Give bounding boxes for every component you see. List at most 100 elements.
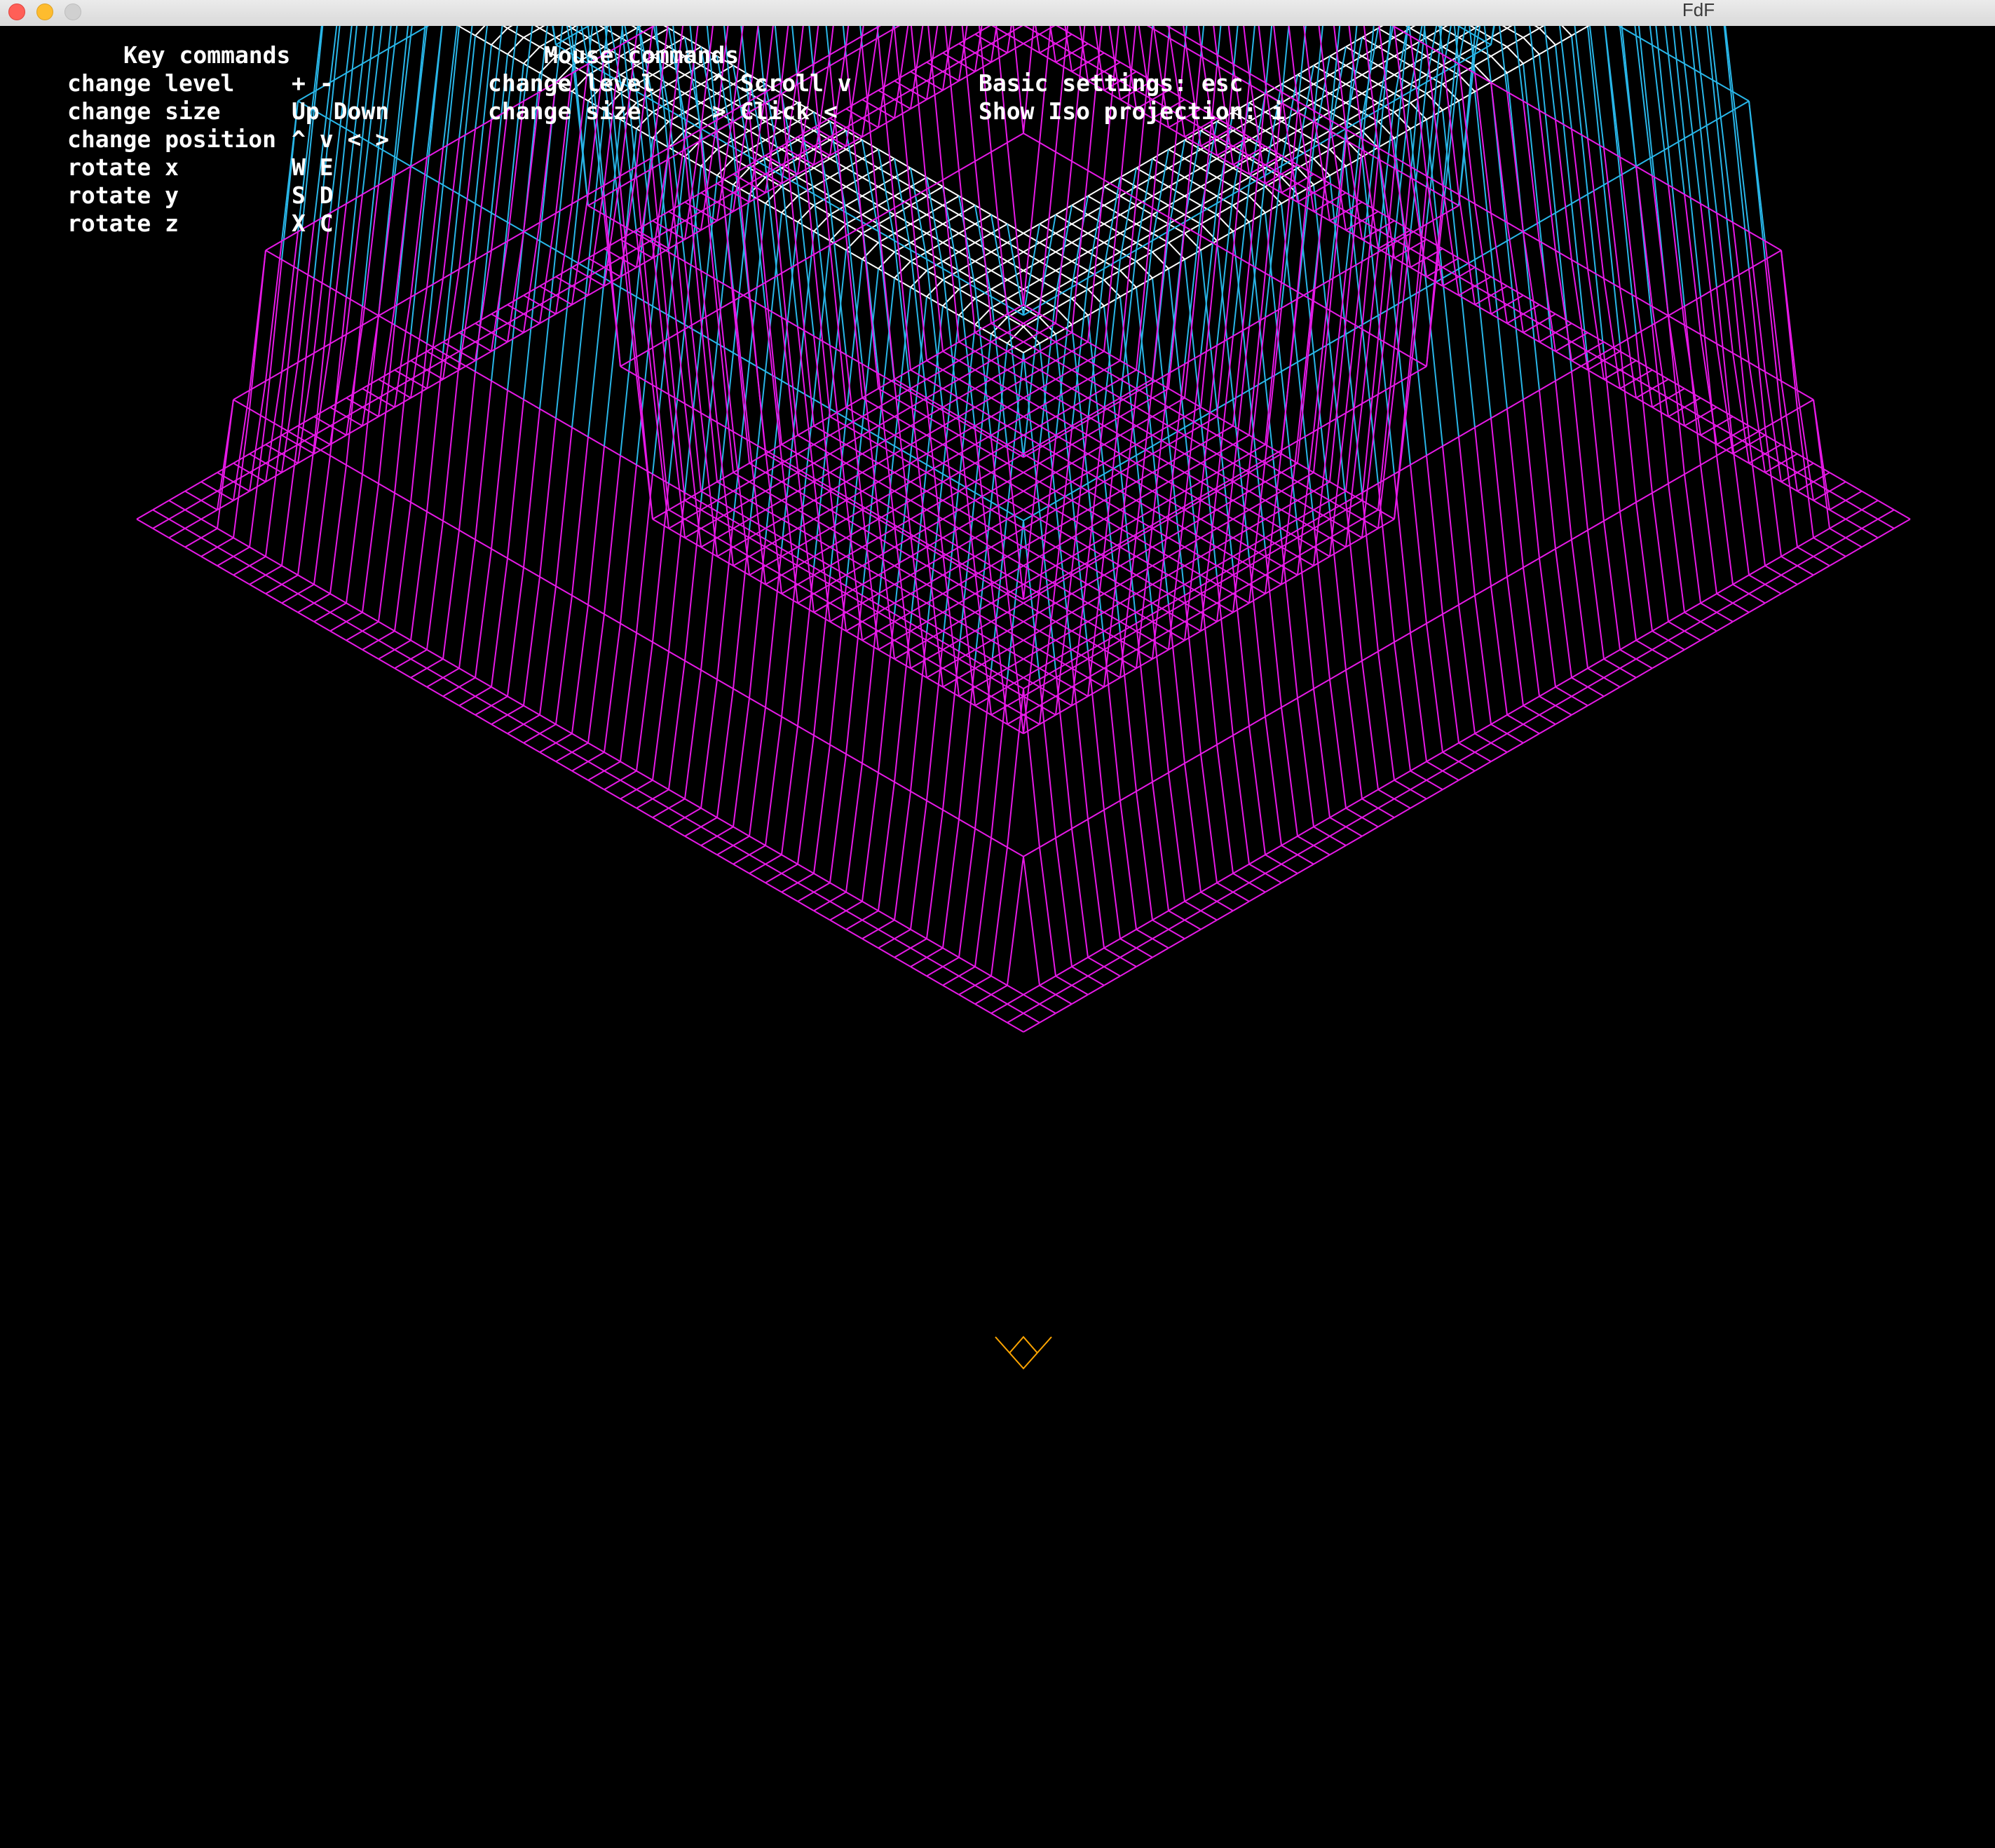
wire-segment <box>329 593 347 604</box>
wire-segment <box>942 677 960 688</box>
wire-segment <box>1281 298 1298 309</box>
wire-segment <box>1442 446 1459 605</box>
wire-segment <box>845 900 863 911</box>
wire-segment <box>1216 735 1234 746</box>
wire-segment <box>1168 611 1185 623</box>
wire-segment <box>990 993 1008 1005</box>
wire-segment <box>1329 835 1347 846</box>
wire-segment <box>1297 863 1314 874</box>
wire-segment <box>974 379 992 390</box>
wire-segment <box>1087 809 1105 820</box>
wire-segment <box>1168 555 1185 566</box>
wire-segment <box>668 798 686 809</box>
wire-segment <box>1652 482 1669 494</box>
wire-segment <box>1007 677 1024 688</box>
wire-segment <box>1797 565 1814 576</box>
wire-segment <box>829 518 847 529</box>
wire-segment <box>716 817 734 828</box>
wire-segment <box>684 660 702 671</box>
wire-segment <box>1087 630 1105 641</box>
wire-segment <box>813 583 831 595</box>
wire-segment <box>974 270 992 281</box>
wire-segment <box>587 752 605 763</box>
wire-segment <box>1087 956 1105 967</box>
wire-segment <box>555 427 573 587</box>
wire-segment <box>990 407 1008 418</box>
wire-segment <box>1555 322 1572 334</box>
wire-segment <box>845 620 863 632</box>
wire-segment <box>1055 151 1073 162</box>
wire-segment <box>604 455 621 615</box>
wire-segment <box>1152 782 1169 911</box>
wire-segment <box>1635 397 1653 408</box>
wire-segment <box>362 639 379 651</box>
wire-segment <box>1039 993 1056 1005</box>
wire-segment <box>1845 481 1863 492</box>
wire-segment <box>1039 151 1056 314</box>
wire-segment <box>1539 390 1556 550</box>
wire-segment <box>1168 602 1185 613</box>
wire-segment <box>410 639 428 651</box>
wire-segment <box>1297 688 1314 699</box>
wire-segment <box>733 289 750 442</box>
wire-segment <box>1152 938 1169 949</box>
wire-segment <box>1071 492 1089 652</box>
render-canvas[interactable]: Key commands change level + - change siz… <box>0 26 1995 1848</box>
wire-segment <box>845 214 863 225</box>
wire-segment <box>1345 826 1363 837</box>
wire-segment <box>1361 46 1379 57</box>
wire-segment <box>829 527 847 538</box>
wire-segment <box>797 186 815 197</box>
wire-segment <box>1829 537 1846 548</box>
wire-segment <box>862 583 879 595</box>
wire-segment <box>990 669 1008 680</box>
wire-segment <box>491 695 508 707</box>
wire-segment <box>394 639 411 651</box>
wire-segment <box>1555 677 1572 688</box>
wire-segment <box>1571 322 1588 334</box>
wire-segment <box>958 602 976 613</box>
wire-segment <box>1458 761 1476 772</box>
wire-segment <box>974 966 992 977</box>
wire-segment <box>1716 602 1734 613</box>
wire-segment <box>942 809 960 820</box>
wire-segment <box>942 214 960 225</box>
wire-segment <box>974 397 992 408</box>
wire-segment <box>604 613 621 625</box>
wire-segment <box>1426 74 1443 85</box>
title-bar[interactable]: FdF <box>0 0 1995 27</box>
wire-segment <box>910 232 927 243</box>
wire-segment <box>894 928 911 939</box>
wire-segment <box>942 509 960 520</box>
wire-segment <box>1539 380 1556 391</box>
wire-segment <box>990 975 1008 986</box>
wire-segment <box>394 648 411 660</box>
wire-segment <box>1555 695 1572 707</box>
wire-segment <box>346 464 363 475</box>
wire-segment <box>1813 527 1830 538</box>
wire-segment <box>1152 772 1169 783</box>
wire-segment <box>1506 222 1524 233</box>
wire-segment <box>765 537 782 548</box>
wire-segment <box>1539 695 1556 707</box>
wire-segment <box>1119 658 1137 670</box>
wire-segment <box>845 602 863 613</box>
wire-segment <box>475 203 492 214</box>
wire-segment <box>1458 294 1476 306</box>
wire-segment <box>1119 574 1137 585</box>
wire-segment <box>1474 73 1492 214</box>
wire-segment <box>442 362 460 522</box>
wire-segment <box>475 371 492 382</box>
wire-segment <box>845 583 863 595</box>
wire-segment <box>1103 667 1121 679</box>
wire-segment <box>1700 593 1717 604</box>
wire-segment <box>378 482 395 494</box>
wire-segment <box>974 565 992 576</box>
wire-segment <box>652 518 669 529</box>
wire-segment <box>1700 630 1717 641</box>
wire-segment <box>1571 529 1588 541</box>
wire-segment <box>1619 639 1637 651</box>
wire-segment <box>1523 567 1540 697</box>
wire-segment <box>878 782 895 911</box>
wire-segment <box>1023 620 1040 632</box>
